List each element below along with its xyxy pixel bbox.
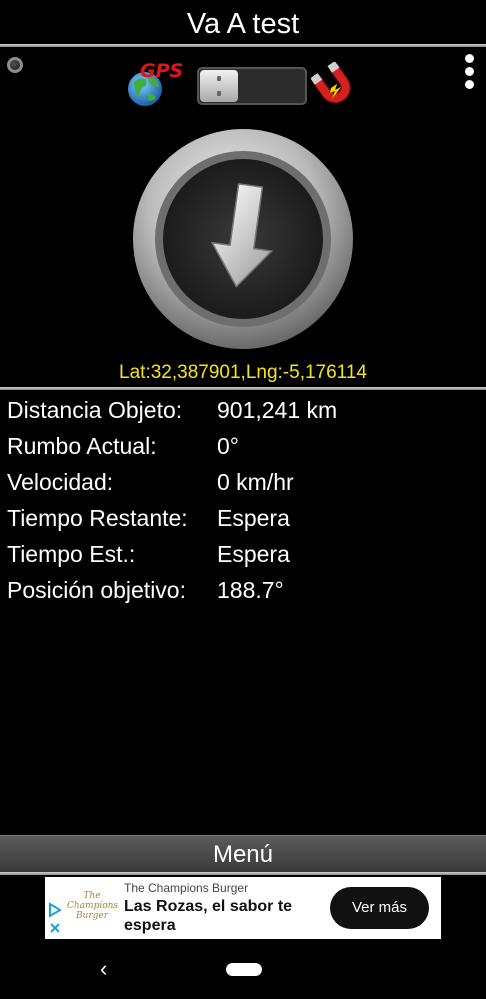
info-value: Espera: [217, 541, 290, 567]
ad-cta-button[interactable]: Ver más: [330, 887, 429, 929]
menu-divider: [0, 872, 486, 875]
info-list: Distancia Objeto: 901,241 km Rumbo Actua…: [7, 394, 477, 610]
menu-button[interactable]: Menú: [0, 835, 486, 872]
toggle-knob: [200, 70, 238, 102]
gps-label: GPS: [140, 60, 184, 82]
info-label: Velocidad:: [7, 469, 114, 495]
info-row-heading: Rumbo Actual: 0°: [7, 430, 477, 466]
info-label: Tiempo Est.:: [7, 541, 136, 567]
info-label: Rumbo Actual:: [7, 433, 157, 459]
home-nav-pill[interactable]: [226, 963, 262, 976]
info-row-distance: Distancia Objeto: 901,241 km: [7, 394, 477, 430]
back-nav-icon[interactable]: ‹: [100, 958, 116, 980]
ad-logo-text: The Champions Burger: [67, 891, 119, 921]
info-row-estimated-time: Tiempo Est.: Espera: [7, 538, 477, 574]
info-row-target-bearing: Posición objetivo: 188.7°: [7, 574, 477, 610]
gps-globe-icon: GPS: [126, 60, 192, 108]
info-value: 0°: [217, 433, 239, 459]
info-label: Distancia Objeto:: [7, 397, 183, 423]
header-divider: [0, 44, 486, 47]
magnet-icon[interactable]: [310, 61, 357, 110]
info-label: Posición objetivo:: [7, 577, 186, 603]
info-value: 901,241 km: [217, 397, 338, 423]
coordinates-readout: Lat:32,387901,Lng:-5,176114: [119, 362, 367, 383]
info-value: 0 km/hr: [217, 469, 294, 495]
ad-sponsor: The Champions Burger: [124, 881, 249, 895]
ad-banner[interactable]: The Champions Burger The Champions Burge…: [45, 877, 441, 939]
ad-headline: Las Rozas, el sabor te espera: [124, 898, 293, 934]
info-row-speed: Velocidad: 0 km/hr: [7, 466, 477, 502]
overflow-menu-icon[interactable]: [461, 54, 477, 92]
section-divider: [0, 387, 486, 390]
app-title: Va A test: [186, 8, 300, 40]
info-value: Espera: [217, 505, 290, 531]
gps-toggle-switch[interactable]: [197, 67, 307, 105]
ad-logo: The Champions Burger: [67, 891, 119, 927]
info-label: Tiempo Restante:: [7, 505, 188, 531]
info-row-time-remaining: Tiempo Restante: Espera: [7, 502, 477, 538]
status-indicator-icon: [7, 57, 23, 73]
compass-dial: [131, 127, 355, 351]
info-value: 188.7°: [217, 577, 284, 603]
ad-choices-icon[interactable]: [48, 902, 62, 936]
